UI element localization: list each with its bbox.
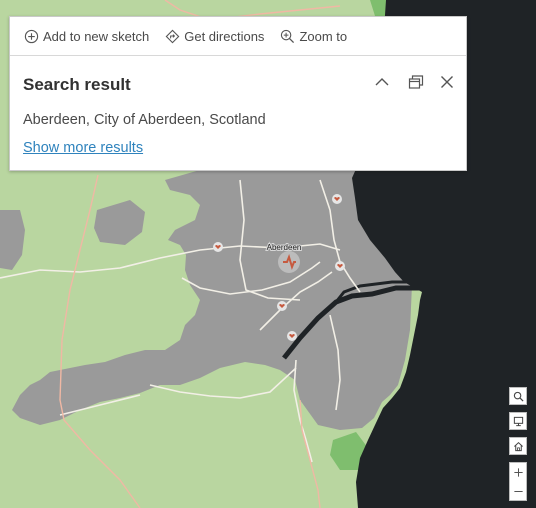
- screen-icon: [513, 416, 523, 426]
- hospital-icon[interactable]: [278, 251, 300, 273]
- popup-header: Search result: [10, 56, 466, 112]
- dock-icon[interactable]: [407, 73, 425, 91]
- add-to-sketch-button[interactable]: Add to new sketch: [24, 29, 149, 44]
- search-button[interactable]: [509, 387, 527, 405]
- zoom-in-icon: [513, 468, 523, 477]
- search-result-text: Aberdeen, City of Aberdeen, Scotland: [23, 112, 266, 128]
- zoom-out-icon: [513, 490, 523, 492]
- zoom-to-label: Zoom to: [299, 28, 348, 44]
- collapse-chevron-icon[interactable]: [373, 73, 391, 91]
- add-to-sketch-label: Add to new sketch: [43, 28, 150, 44]
- show-more-results-link[interactable]: Show more results: [23, 140, 143, 156]
- zoom-in-button[interactable]: [509, 462, 527, 482]
- home-button[interactable]: [509, 437, 527, 455]
- get-directions-label: Get directions: [184, 28, 265, 44]
- search-result-popup: Add to new sketch Get directions Zoom to…: [9, 16, 467, 171]
- popup-title: Search result: [23, 75, 131, 94]
- search-icon: [513, 391, 524, 402]
- zoom-out-button[interactable]: [509, 482, 527, 501]
- add-circle-icon: [24, 29, 39, 43]
- screen-button[interactable]: [509, 412, 527, 430]
- home-icon: [513, 441, 523, 451]
- popup-actions-bar: Add to new sketch Get directions Zoom to: [10, 17, 466, 56]
- zoom-magnifier-icon: [281, 29, 295, 43]
- get-directions-button[interactable]: Get directions: [165, 29, 264, 44]
- close-icon[interactable]: [438, 73, 456, 91]
- city-label: Aberdeen: [267, 243, 302, 252]
- directions-icon: [165, 29, 180, 43]
- zoom-to-button[interactable]: Zoom to: [280, 29, 347, 44]
